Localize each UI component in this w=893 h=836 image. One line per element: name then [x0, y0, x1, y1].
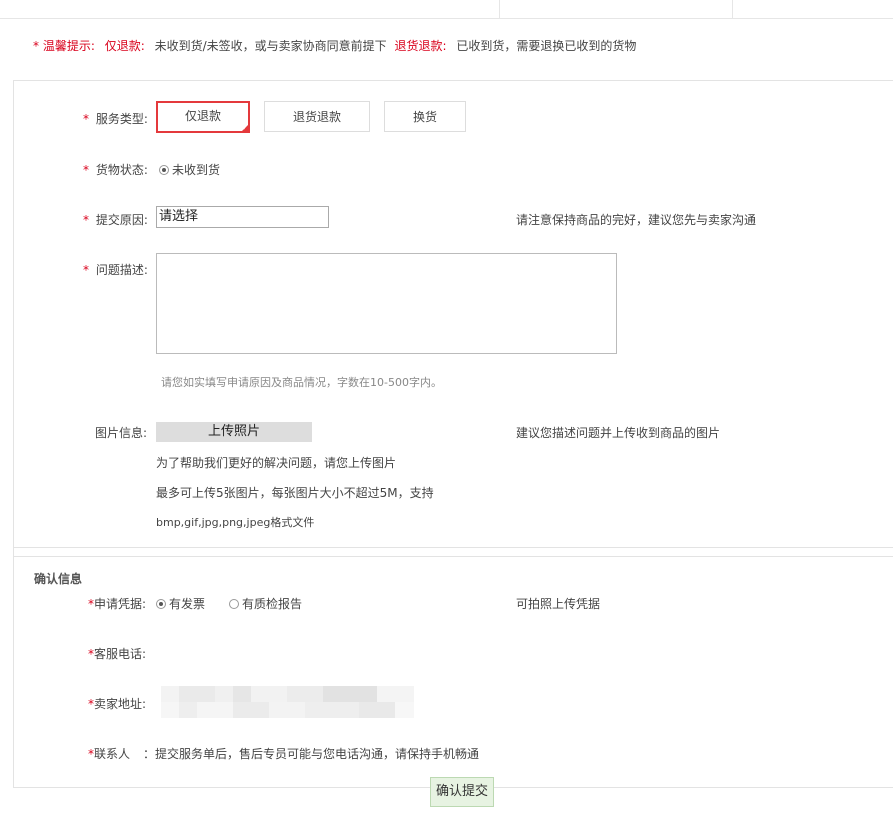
image-info-label: 图片信息:	[95, 426, 148, 440]
contact-label: *联系人	[88, 745, 130, 762]
contact-note: ：提交服务单后，售后专员可能与您电话沟通，请保持手机畅通	[143, 747, 480, 761]
evidence-radio-invoice[interactable]: 有发票	[156, 595, 205, 612]
address-label-text: 卖家地址:	[94, 697, 147, 711]
required-asterisk: *	[83, 112, 89, 126]
address-label: *卖家地址:	[88, 695, 146, 712]
notice-refund-only-text: 未收到货/未签收，或与卖家协商同意前提下	[154, 39, 387, 53]
seller-address-redacted	[161, 686, 414, 718]
goods-status-radio-not-received[interactable]: 未收到货	[159, 161, 220, 178]
service-type-label-text: 服务类型:	[95, 112, 148, 126]
service-type-option-label: 退货退款	[292, 110, 341, 124]
image-note-2: 最多可上传5张图片，每张图片大小不超过5M，支持	[156, 486, 434, 500]
service-type-refund-only-button[interactable]: 仅退款 ✓	[156, 101, 250, 133]
reason-label-text: 提交原因:	[95, 213, 148, 227]
description-textarea[interactable]	[156, 253, 617, 354]
required-asterisk: *	[83, 213, 89, 227]
divider	[13, 556, 893, 557]
radio-selected-icon	[156, 599, 166, 609]
evidence-radio-inspection-report[interactable]: 有质检报告	[229, 595, 302, 612]
contact-label-text: 联系人	[94, 747, 131, 761]
service-type-option-label: 仅退款	[184, 109, 221, 123]
phone-label-text: 客服电话:	[94, 647, 147, 661]
confirm-section-title: 确认信息	[34, 572, 83, 586]
service-type-label: * 服务类型:	[83, 110, 148, 127]
service-type-option-label: 换货	[412, 110, 437, 124]
evidence-option-label: 有发票	[169, 597, 206, 611]
service-type-exchange-button[interactable]: 换货	[384, 101, 466, 132]
reason-label: * 提交原因:	[83, 211, 148, 228]
required-asterisk: *	[33, 39, 39, 53]
description-hint: 请您如实填写申请原因及商品情况，字数在10-500字内。	[161, 376, 442, 389]
evidence-label-text: 申请凭据:	[94, 597, 147, 611]
check-icon: ✓	[242, 124, 248, 132]
radio-unselected-icon	[229, 599, 239, 609]
upload-photo-button[interactable]: 上传照片	[156, 422, 312, 442]
notice-refund-only-label: 仅退款:	[104, 39, 145, 53]
submit-button[interactable]: 确认提交	[430, 777, 494, 807]
evidence-option-label: 有质检报告	[242, 597, 303, 611]
radio-selected-icon	[159, 165, 169, 175]
goods-status-label-text: 货物状态:	[95, 163, 148, 177]
description-label: * 问题描述:	[83, 261, 148, 278]
service-type-return-refund-button[interactable]: 退货退款	[264, 101, 370, 132]
reason-select[interactable]: 请选择	[156, 206, 329, 228]
notice-bar: * 温馨提示: 仅退款: 未收到货/未签收，或与卖家协商同意前提下 退货退款: …	[33, 37, 636, 54]
evidence-hint: 可拍照上传凭据	[516, 597, 601, 611]
notice-return-refund-text: 已收到货，需要退换已收到的货物	[456, 39, 637, 53]
top-table-row	[0, 0, 893, 19]
description-label-text: 问题描述:	[95, 263, 148, 277]
phone-label: *客服电话:	[88, 645, 146, 662]
divider	[13, 547, 893, 548]
image-note-1: 为了帮助我们更好的解决问题，请您上传图片	[156, 456, 397, 470]
required-asterisk: *	[83, 263, 89, 277]
table-divider	[499, 0, 500, 18]
notice-prefix: 温馨提示:	[42, 39, 95, 53]
required-asterisk: *	[83, 163, 89, 177]
image-note-3: bmp,gif,jpg,png,jpeg格式文件	[156, 516, 315, 529]
goods-status-option-label: 未收到货	[172, 163, 221, 177]
goods-status-label: * 货物状态:	[83, 161, 148, 178]
notice-return-refund-label: 退货退款:	[394, 39, 447, 53]
evidence-label: *申请凭据:	[88, 595, 146, 612]
table-divider	[732, 0, 733, 18]
reason-hint: 请注意保持商品的完好，建议您先与卖家沟通	[516, 213, 757, 227]
image-info-hint: 建议您描述问题并上传收到商品的图片	[516, 426, 721, 440]
